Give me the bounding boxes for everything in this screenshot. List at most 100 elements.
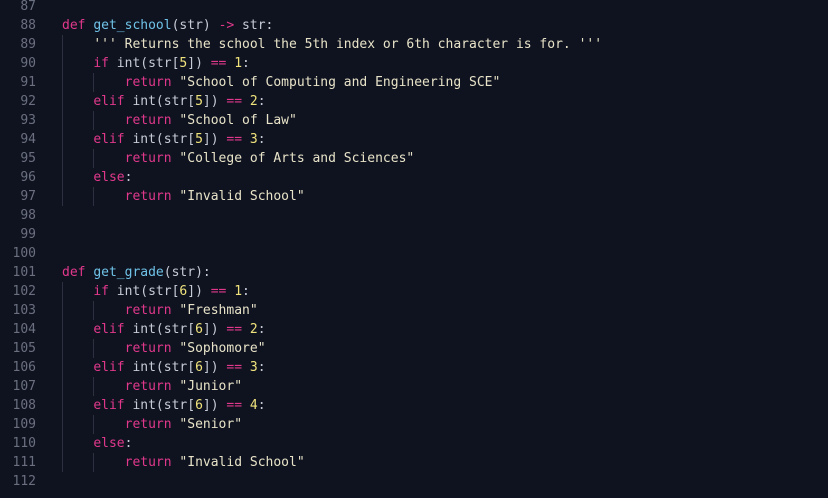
code-token: : [257, 94, 266, 109]
code-token: return [124, 189, 172, 204]
code-token: "Invalid School" [179, 189, 305, 204]
code-token: "College of Arts and Sciences" [179, 151, 415, 166]
line-number: 92 [20, 94, 36, 109]
code-line[interactable]: 89 ''' Returns the school the 5th index … [0, 35, 828, 54]
code-line[interactable]: 99 [0, 225, 828, 244]
line-number: 96 [20, 170, 36, 185]
code-token: 2 [249, 94, 258, 109]
line-number: 105 [12, 341, 36, 356]
code-line[interactable]: 109 return "Senior" [0, 415, 828, 434]
code-text: return "Freshman" [62, 301, 258, 320]
line-number: 106 [12, 360, 36, 375]
code-token: int(str[ [108, 284, 180, 299]
code-line[interactable]: 112 [0, 472, 828, 491]
code-line[interactable]: 94 elif int(str[5]) == 3: [0, 130, 828, 149]
code-text: def get_school(str) -> str: [62, 16, 273, 35]
line-number: 88 [20, 18, 36, 33]
code-text: elif int(str[6]) == 2: [62, 320, 265, 339]
code-line[interactable]: 105 return "Sophomore" [0, 339, 828, 358]
code-token: int(str[ [124, 132, 196, 147]
code-token: int(str[ [108, 56, 180, 71]
code-line[interactable]: 101 def get_grade(str): [0, 263, 828, 282]
code-line[interactable]: 88 def get_school(str) -> str: [0, 16, 828, 35]
code-token: == [226, 360, 243, 375]
code-token: "Freshman" [179, 303, 258, 318]
code-line[interactable]: 87 [0, 0, 828, 16]
code-token: == [226, 322, 243, 337]
code-token: ]) [187, 284, 211, 299]
line-number: 111 [12, 455, 36, 470]
code-token: int(str[ [124, 322, 196, 337]
code-token: ]) [202, 322, 227, 337]
code-token: def [62, 265, 86, 280]
code-line[interactable]: 95 return "College of Arts and Sciences" [0, 149, 828, 168]
code-token: ]) [202, 132, 227, 147]
code-token: elif [93, 398, 125, 413]
code-token: : [124, 170, 133, 185]
code-token: ''' Returns the school the 5th index or … [93, 37, 603, 52]
code-token: 6 [195, 360, 203, 375]
code-text: return "Senior" [62, 415, 242, 434]
code-text: elif int(str[6]) == 4: [62, 396, 265, 415]
code-line[interactable]: 93 return "School of Law" [0, 111, 828, 130]
line-number: 109 [12, 417, 36, 432]
code-line[interactable]: 103 return "Freshman" [0, 301, 828, 320]
code-token: int(str[ [124, 94, 196, 109]
line-number: 107 [12, 379, 36, 394]
code-line[interactable]: 91 return "School of Computing and Engin… [0, 73, 828, 92]
code-line[interactable]: 110 else: [0, 434, 828, 453]
code-token: return [124, 379, 172, 394]
code-token: return [124, 455, 172, 470]
code-token: (str): [163, 265, 211, 280]
code-text: return "Invalid School" [62, 453, 305, 472]
code-token: 5 [195, 94, 203, 109]
code-text: return "College of Arts and Sciences" [62, 149, 415, 168]
line-number: 102 [12, 284, 36, 299]
line-number: 103 [12, 303, 36, 318]
code-token: == [226, 398, 243, 413]
line-number: 112 [12, 474, 36, 489]
line-number: 98 [20, 208, 36, 223]
code-token: elif [93, 94, 125, 109]
code-token: 4 [249, 398, 258, 413]
code-token: : [257, 360, 266, 375]
code-token: elif [93, 322, 125, 337]
code-line[interactable]: 90 if int(str[5]) == 1: [0, 54, 828, 73]
code-line[interactable]: 104 elif int(str[6]) == 2: [0, 320, 828, 339]
code-line[interactable]: 98 [0, 206, 828, 225]
code-token: else [93, 170, 125, 185]
code-line[interactable]: 92 elif int(str[5]) == 2: [0, 92, 828, 111]
code-token: return [124, 341, 172, 356]
code-token: 3 [249, 132, 258, 147]
code-token: if [93, 284, 109, 299]
code-token: 6 [195, 398, 203, 413]
line-number: 110 [12, 436, 36, 451]
code-line[interactable]: 111 return "Invalid School" [0, 453, 828, 472]
code-text: elif int(str[5]) == 2: [62, 92, 266, 111]
code-token: 1 [234, 56, 243, 71]
code-token: == [210, 284, 227, 299]
line-number: 100 [12, 246, 36, 261]
code-line[interactable]: 106 elif int(str[6]) == 3: [0, 358, 828, 377]
code-area[interactable]: 87 88 def get_school(str) -> str: 89 ''' Re… [0, 0, 828, 491]
code-line[interactable]: 107 return "Junior" [0, 377, 828, 396]
code-token: "Invalid School" [179, 455, 305, 470]
code-line[interactable]: 108 elif int(str[6]) == 4: [0, 396, 828, 415]
code-line[interactable]: 96 else: [0, 168, 828, 187]
code-text: return "School of Computing and Engineer… [62, 73, 501, 92]
code-line[interactable]: 102 if int(str[6]) == 1: [0, 282, 828, 301]
code-line[interactable]: 100 [0, 244, 828, 263]
code-text: if int(str[6]) == 1: [62, 282, 250, 301]
code-line[interactable]: 97 return "Invalid School" [0, 187, 828, 206]
code-token: : [257, 132, 266, 147]
